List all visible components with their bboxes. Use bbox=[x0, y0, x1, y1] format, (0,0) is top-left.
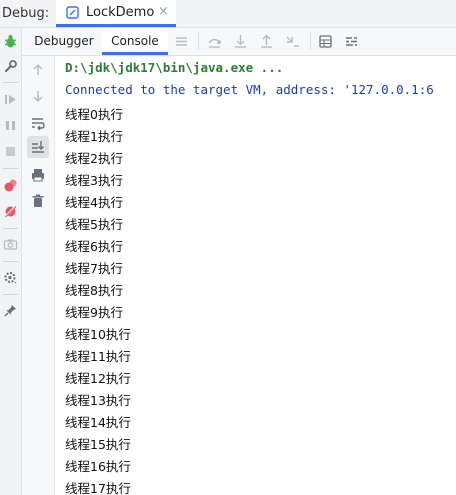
bug-icon[interactable] bbox=[3, 34, 18, 49]
scroll-to-end-toggle[interactable] bbox=[27, 136, 49, 158]
separator bbox=[3, 261, 18, 262]
menu-icon[interactable] bbox=[174, 34, 189, 49]
console-line: 线程4执行 bbox=[65, 195, 123, 210]
run-config-icon bbox=[66, 6, 79, 19]
wrench-icon[interactable] bbox=[3, 59, 18, 74]
console-side-toolbar bbox=[22, 56, 55, 495]
separator bbox=[3, 294, 18, 295]
console-command-line: D:\jdk\jdk17\bin\java.exe ... bbox=[65, 60, 284, 75]
scroll-to-end-icon bbox=[32, 141, 44, 153]
debug-tool-window-header: Debug: LockDemo × bbox=[0, 0, 456, 28]
step-over-icon[interactable] bbox=[207, 34, 222, 49]
separator bbox=[3, 82, 18, 83]
up-arrow-icon[interactable] bbox=[30, 62, 46, 78]
console-output[interactable]: D:\jdk\jdk17\bin\java.exe ... Connected … bbox=[55, 56, 456, 495]
debug-side-toolbar bbox=[0, 28, 22, 495]
separator bbox=[310, 33, 311, 50]
console-line: 线程2执行 bbox=[65, 151, 123, 166]
evaluate-icon[interactable] bbox=[318, 34, 333, 49]
console-line: 线程0执行 bbox=[65, 107, 123, 122]
tab-console[interactable]: Console bbox=[102, 28, 168, 55]
trash-icon[interactable] bbox=[30, 193, 46, 209]
debugger-toolbar: Debugger Console bbox=[22, 28, 456, 56]
console-line: 线程17执行 bbox=[65, 481, 131, 495]
tab-lockdemo[interactable]: LockDemo × bbox=[56, 0, 176, 27]
down-arrow-icon[interactable] bbox=[30, 88, 46, 104]
separator bbox=[198, 33, 199, 50]
console-line: 线程3执行 bbox=[65, 173, 123, 188]
tab-debugger[interactable]: Debugger bbox=[28, 28, 100, 55]
trace-icon[interactable] bbox=[344, 34, 359, 49]
console-line: 线程13执行 bbox=[65, 393, 131, 408]
print-icon[interactable] bbox=[30, 167, 46, 183]
stop-icon[interactable] bbox=[3, 144, 18, 159]
console-line: 线程11执行 bbox=[65, 349, 131, 364]
console-line: 线程10执行 bbox=[65, 327, 131, 342]
pin-icon[interactable] bbox=[3, 303, 18, 318]
console-line: 线程9执行 bbox=[65, 305, 123, 320]
separator bbox=[3, 228, 18, 229]
console-line: 线程12执行 bbox=[65, 371, 131, 386]
console-line: 线程1执行 bbox=[65, 129, 123, 144]
step-out-icon[interactable] bbox=[259, 34, 274, 49]
separator bbox=[3, 168, 18, 169]
console-connected-line: Connected to the target VM, address: '12… bbox=[65, 82, 434, 97]
resume-icon[interactable] bbox=[3, 92, 18, 107]
console-line: 线程5执行 bbox=[65, 217, 123, 232]
console-line: 线程6执行 bbox=[65, 239, 123, 254]
mute-breakpoints-icon[interactable] bbox=[3, 204, 18, 219]
console-line: 线程7执行 bbox=[65, 261, 123, 276]
console-line: 线程14执行 bbox=[65, 415, 131, 430]
console-line: 线程8执行 bbox=[65, 283, 123, 298]
tab-label: LockDemo bbox=[86, 5, 155, 20]
console-line: 线程15执行 bbox=[65, 437, 131, 452]
camera-icon[interactable] bbox=[3, 237, 18, 252]
debug-label: Debug: bbox=[2, 6, 50, 21]
breakpoints-icon[interactable] bbox=[3, 178, 18, 193]
close-icon[interactable]: × bbox=[158, 4, 169, 19]
pause-icon[interactable] bbox=[3, 118, 18, 133]
soft-wrap-icon[interactable] bbox=[30, 115, 46, 131]
step-into-icon[interactable] bbox=[233, 34, 248, 49]
run-to-cursor-icon[interactable] bbox=[285, 34, 300, 49]
console-line: 线程16执行 bbox=[65, 459, 131, 474]
settings-icon[interactable] bbox=[3, 270, 18, 285]
